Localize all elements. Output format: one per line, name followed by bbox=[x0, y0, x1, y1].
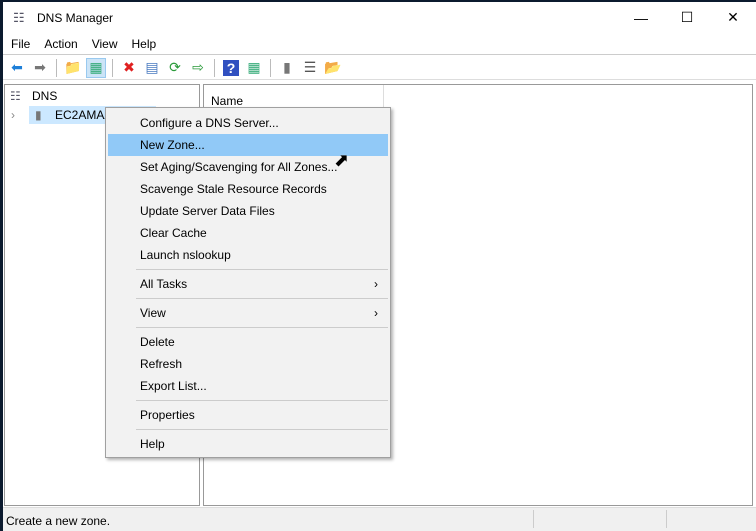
submenu-arrow-icon: › bbox=[374, 277, 378, 291]
forward-arrow-button[interactable]: ➡ bbox=[30, 58, 50, 78]
tree-node-label: DNS bbox=[32, 89, 58, 103]
window-title: DNS Manager bbox=[37, 10, 114, 25]
menu-item-label: View bbox=[140, 306, 166, 320]
menu-separator bbox=[136, 429, 388, 430]
zone-folder-button[interactable]: 📂 bbox=[323, 58, 343, 78]
context-item-launch-nslookup[interactable]: Launch nslookup bbox=[106, 244, 390, 266]
refresh-icon: ⟳ bbox=[169, 59, 181, 75]
menu-item-label: Delete bbox=[140, 335, 175, 349]
server-button[interactable]: ▮ bbox=[277, 58, 297, 78]
menu-item-label: Configure a DNS Server... bbox=[140, 116, 279, 130]
menu-separator bbox=[136, 298, 388, 299]
menu-item-label: Scavenge Stale Resource Records bbox=[140, 182, 327, 196]
back-arrow-icon: ⬅ bbox=[11, 59, 23, 75]
server-icon: ▮ bbox=[35, 108, 42, 122]
back-arrow-button[interactable]: ⬅ bbox=[7, 58, 27, 78]
refresh-button[interactable]: ⟳ bbox=[165, 58, 185, 78]
action-pane-icon: ▦ bbox=[247, 59, 261, 75]
minimize-button[interactable]: — bbox=[618, 2, 664, 33]
menu-action[interactable]: Action bbox=[36, 37, 83, 51]
maximize-button[interactable]: ☐ bbox=[664, 2, 710, 33]
zone-folder-icon: 📂 bbox=[324, 59, 342, 75]
toolbar-separator bbox=[214, 58, 215, 77]
status-bar: Create a new zone. bbox=[3, 507, 756, 531]
menu-separator bbox=[136, 400, 388, 401]
menu-view[interactable]: View bbox=[84, 37, 124, 51]
context-item-all-tasks[interactable]: All Tasks › bbox=[106, 273, 390, 295]
menu-help[interactable]: Help bbox=[124, 37, 163, 51]
help-button[interactable]: ? bbox=[221, 58, 241, 78]
context-item-scavenge-stale-resource-records[interactable]: Scavenge Stale Resource Records bbox=[106, 178, 390, 200]
menu-item-label: Set Aging/Scavenging for All Zones... bbox=[140, 160, 338, 174]
dns-app-icon: ☷ bbox=[13, 9, 25, 25]
menu-item-label: Clear Cache bbox=[140, 226, 207, 240]
server-icon: ▮ bbox=[283, 59, 291, 75]
status-text: Create a new zone. bbox=[6, 514, 111, 528]
menu-separator bbox=[136, 327, 388, 328]
tree-node-dns[interactable]: ☷ DNS bbox=[10, 87, 57, 105]
properties-icon: ▤ bbox=[145, 59, 159, 75]
context-item-properties[interactable]: Properties bbox=[106, 404, 390, 426]
toolbar-separator bbox=[112, 58, 113, 77]
context-item-clear-cache[interactable]: Clear Cache bbox=[106, 222, 390, 244]
delete-icon: ✖ bbox=[123, 59, 135, 75]
context-item-update-server-data-files[interactable]: Update Server Data Files bbox=[106, 200, 390, 222]
context-item-help[interactable]: Help bbox=[106, 433, 390, 455]
list-button[interactable]: ☰ bbox=[300, 58, 320, 78]
menu-item-label: All Tasks bbox=[140, 277, 188, 291]
menu-item-label: Export List... bbox=[140, 379, 207, 393]
menu-item-label: Properties bbox=[140, 408, 195, 422]
mouse-cursor-icon: ⬈ bbox=[334, 150, 350, 170]
menu-item-label: Launch nslookup bbox=[140, 248, 231, 262]
context-item-delete[interactable]: Delete bbox=[106, 331, 390, 353]
export-list-button[interactable]: ⇨ bbox=[188, 58, 208, 78]
menu-item-label: Refresh bbox=[140, 357, 183, 371]
menu-bar: File Action View Help bbox=[3, 33, 756, 55]
context-item-view[interactable]: View › bbox=[106, 302, 390, 324]
title-bar: ☷ DNS Manager — ☐ ✕ bbox=[3, 2, 756, 33]
forward-arrow-icon: ➡ bbox=[34, 59, 46, 75]
menu-item-label: New Zone... bbox=[140, 138, 205, 152]
toolbar-separator bbox=[270, 58, 271, 77]
toolbar: ⬅ ➡ 📁 ▦ ✖ ▤ ⟳ ⇨? ▦ ▮ ☰ 📂 bbox=[3, 56, 756, 80]
submenu-arrow-icon: › bbox=[374, 306, 378, 320]
context-item-export-list[interactable]: Export List... bbox=[106, 375, 390, 397]
properties-button[interactable]: ▤ bbox=[142, 58, 162, 78]
dns-icon: ☷ bbox=[10, 89, 21, 103]
action-pane-button[interactable]: ▦ bbox=[244, 58, 264, 78]
toolbar-separator bbox=[56, 58, 57, 77]
menu-item-label: Help bbox=[140, 437, 165, 451]
show-hide-tree-button[interactable]: ▦ bbox=[86, 57, 106, 78]
column-header-name[interactable]: Name bbox=[204, 85, 384, 109]
delete-button[interactable]: ✖ bbox=[119, 58, 139, 78]
up-folder-icon: 📁 bbox=[64, 59, 82, 75]
help-icon: ? bbox=[222, 59, 240, 76]
up-folder-button[interactable]: 📁 bbox=[63, 58, 83, 78]
context-item-configure-a-dns-server[interactable]: Configure a DNS Server... bbox=[106, 112, 390, 134]
show-hide-tree-icon: ▦ bbox=[89, 59, 103, 75]
menu-file[interactable]: File bbox=[3, 37, 36, 51]
list-icon: ☰ bbox=[303, 59, 317, 75]
expand-chevron-icon[interactable]: › bbox=[11, 108, 25, 122]
menu-item-label: Update Server Data Files bbox=[140, 204, 275, 218]
close-button[interactable]: ✕ bbox=[710, 2, 756, 33]
menu-separator bbox=[136, 269, 388, 270]
export-list-icon: ⇨ bbox=[192, 59, 204, 75]
context-item-refresh[interactable]: Refresh bbox=[106, 353, 390, 375]
